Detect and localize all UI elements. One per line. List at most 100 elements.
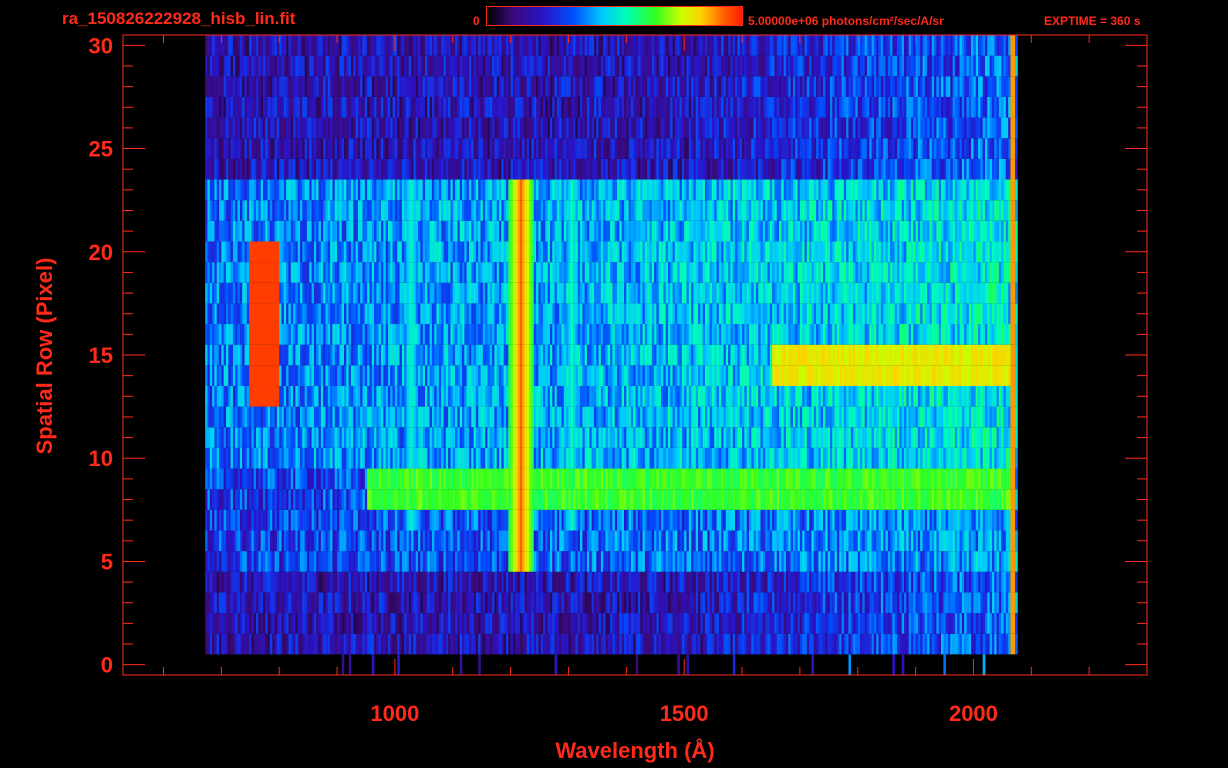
heatmap-cell (503, 468, 507, 490)
heatmap-cell (205, 427, 208, 448)
heatmap-cell (348, 489, 352, 510)
heatmap-cell (475, 530, 479, 552)
heatmap-cell (353, 489, 356, 510)
heatmap-cell (459, 427, 463, 448)
heatmap-cell (505, 489, 509, 510)
heatmap-cell (813, 468, 817, 490)
heatmap-cell (670, 509, 673, 531)
heatmap-cell (600, 592, 604, 614)
heatmap-cell (383, 344, 386, 366)
heatmap-cell (499, 571, 502, 593)
heatmap-cell (684, 385, 687, 407)
heatmap-cell (392, 571, 396, 593)
heatmap-cell (401, 571, 405, 593)
heatmap-cell (839, 468, 842, 490)
heatmap-cell (904, 406, 907, 428)
heatmap-cell (385, 509, 389, 531)
heatmap-cell (313, 468, 317, 490)
heatmap-cell (663, 385, 666, 407)
heatmap-cell (619, 365, 622, 386)
heatmap-cell (341, 509, 345, 531)
heatmap-cell (767, 489, 771, 510)
heatmap-cell (586, 571, 590, 593)
heatmap-cell (917, 633, 921, 655)
heatmap-cell (785, 406, 789, 428)
heatmap-cell (883, 489, 886, 510)
heatmap-cell (598, 592, 602, 614)
heatmap-cell (510, 344, 514, 366)
heatmap-cell (524, 633, 528, 655)
heatmap-cell (788, 509, 791, 531)
heatmap-cell (371, 571, 375, 593)
heatmap-cell (246, 633, 250, 655)
heatmap-cell (876, 530, 879, 552)
heatmap-cell (360, 427, 363, 448)
heatmap-cell (915, 427, 919, 448)
heatmap-cell (401, 530, 405, 552)
heatmap-cell (600, 447, 604, 469)
heatmap-cell (654, 530, 657, 552)
heatmap-cell (978, 633, 981, 655)
heatmap-cell (364, 489, 368, 510)
heatmap-cell (920, 489, 923, 510)
heatmap-cell (464, 551, 467, 572)
heatmap-cell (330, 468, 333, 490)
heatmap-cell (954, 613, 958, 634)
heatmap-cell (637, 447, 641, 469)
heatmap-cell (246, 447, 250, 469)
heatmap-cell (311, 385, 315, 407)
heatmap-cell (922, 551, 926, 572)
heatmap-cell (809, 551, 812, 572)
heatmap-cell (640, 633, 643, 655)
heatmap-cell (1001, 551, 1004, 572)
heatmap-cell (878, 406, 882, 428)
heatmap-cell (661, 592, 664, 614)
heatmap-cell (318, 633, 322, 655)
heatmap-cell (390, 551, 393, 572)
heatmap-cell (873, 571, 877, 593)
heatmap-cell (438, 509, 442, 531)
heatmap-cell (420, 530, 423, 552)
heatmap-cell (961, 489, 965, 510)
heatmap-cell (688, 551, 692, 572)
heatmap-cell (353, 344, 356, 366)
heatmap-cell (619, 551, 622, 572)
heatmap-cell (913, 406, 916, 428)
heatmap-cell (501, 447, 504, 469)
heatmap-cell (941, 427, 944, 448)
heatmap-cell (522, 613, 525, 634)
heatmap-cell (353, 571, 356, 593)
heatmap-cell (221, 385, 224, 407)
heatmap-cell (968, 489, 972, 510)
heatmap-cell (688, 530, 692, 552)
heatmap-cell (272, 613, 275, 634)
heatmap-cell (695, 365, 699, 386)
heatmap-cell (841, 530, 845, 552)
heatmap-cell (836, 613, 840, 634)
heatmap-cell (387, 406, 391, 428)
heatmap-cell (343, 344, 347, 366)
heatmap-cell (755, 447, 759, 469)
heatmap-cell (989, 489, 993, 510)
heatmap-cell (873, 427, 877, 448)
heatmap-cell (635, 447, 639, 469)
heatmap-cell (878, 468, 882, 490)
heatmap-cell (348, 468, 352, 490)
heatmap-cell (936, 385, 940, 407)
heatmap-cell (580, 551, 583, 572)
heatmap-cell (853, 571, 856, 593)
heatmap-cell (670, 592, 673, 614)
heatmap-cell (596, 509, 599, 531)
heatmap-cell (607, 447, 611, 469)
heatmap-cell (693, 385, 697, 407)
heatmap-cell (987, 530, 990, 552)
heatmap-cell (538, 592, 541, 614)
heatmap-cell (570, 530, 574, 552)
heatmap-cell (408, 344, 414, 366)
heatmap-cell (924, 365, 928, 386)
heatmap-cell (448, 530, 451, 552)
heatmap-cell (404, 447, 407, 469)
heatmap-cell (630, 592, 634, 614)
heatmap-cell (279, 365, 282, 386)
heatmap-cell (371, 468, 375, 490)
